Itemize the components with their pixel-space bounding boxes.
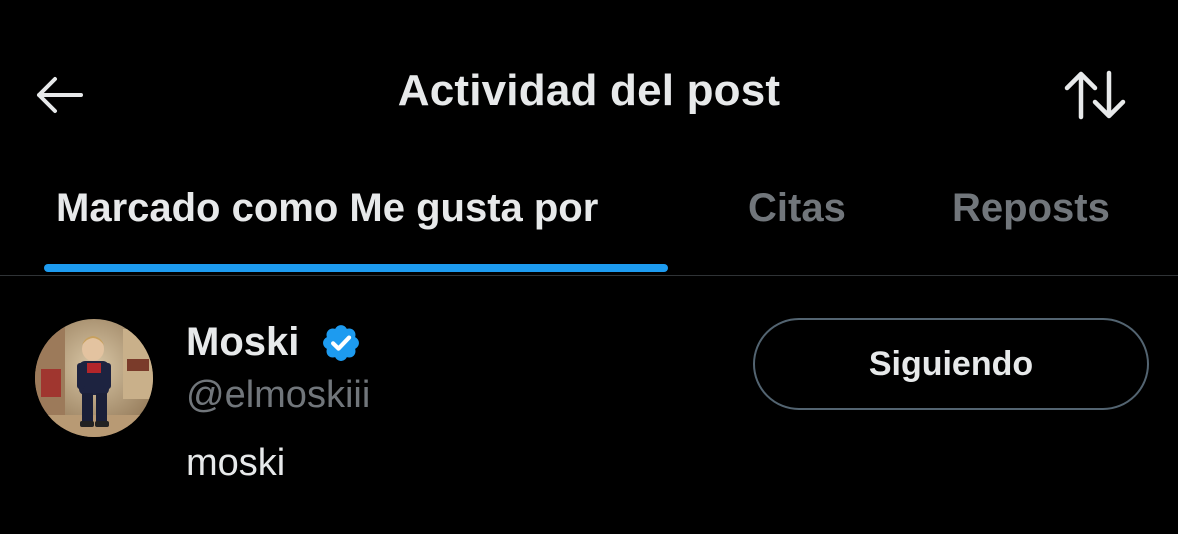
tab-quotes[interactable]: Citas bbox=[748, 186, 846, 231]
tab-liked-by[interactable]: Marcado como Me gusta por bbox=[56, 186, 598, 231]
avatar[interactable] bbox=[35, 319, 153, 437]
following-button[interactable]: Siguiendo bbox=[753, 318, 1149, 410]
sort-button[interactable] bbox=[1058, 62, 1132, 128]
verified-badge-icon bbox=[323, 325, 359, 361]
page-title: Actividad del post bbox=[397, 66, 781, 115]
user-handle[interactable]: @elmoskiii bbox=[186, 374, 370, 417]
post-activity-screen: Actividad del post Marcado como Me gusta… bbox=[0, 0, 1178, 534]
tab-reposts[interactable]: Reposts bbox=[952, 186, 1110, 231]
user-bio: moski bbox=[186, 442, 286, 484]
user-display-name[interactable]: Moski bbox=[186, 320, 299, 365]
activity-tabs: Marcado como Me gusta por Citas Reposts bbox=[0, 150, 1178, 276]
user-list-item[interactable]: Moski @elmoskiii moski Siguiendo bbox=[0, 276, 1178, 534]
active-tab-indicator bbox=[44, 264, 668, 272]
arrow-left-icon bbox=[37, 77, 83, 113]
sort-arrows-icon bbox=[1064, 70, 1126, 120]
back-button[interactable] bbox=[28, 64, 90, 126]
